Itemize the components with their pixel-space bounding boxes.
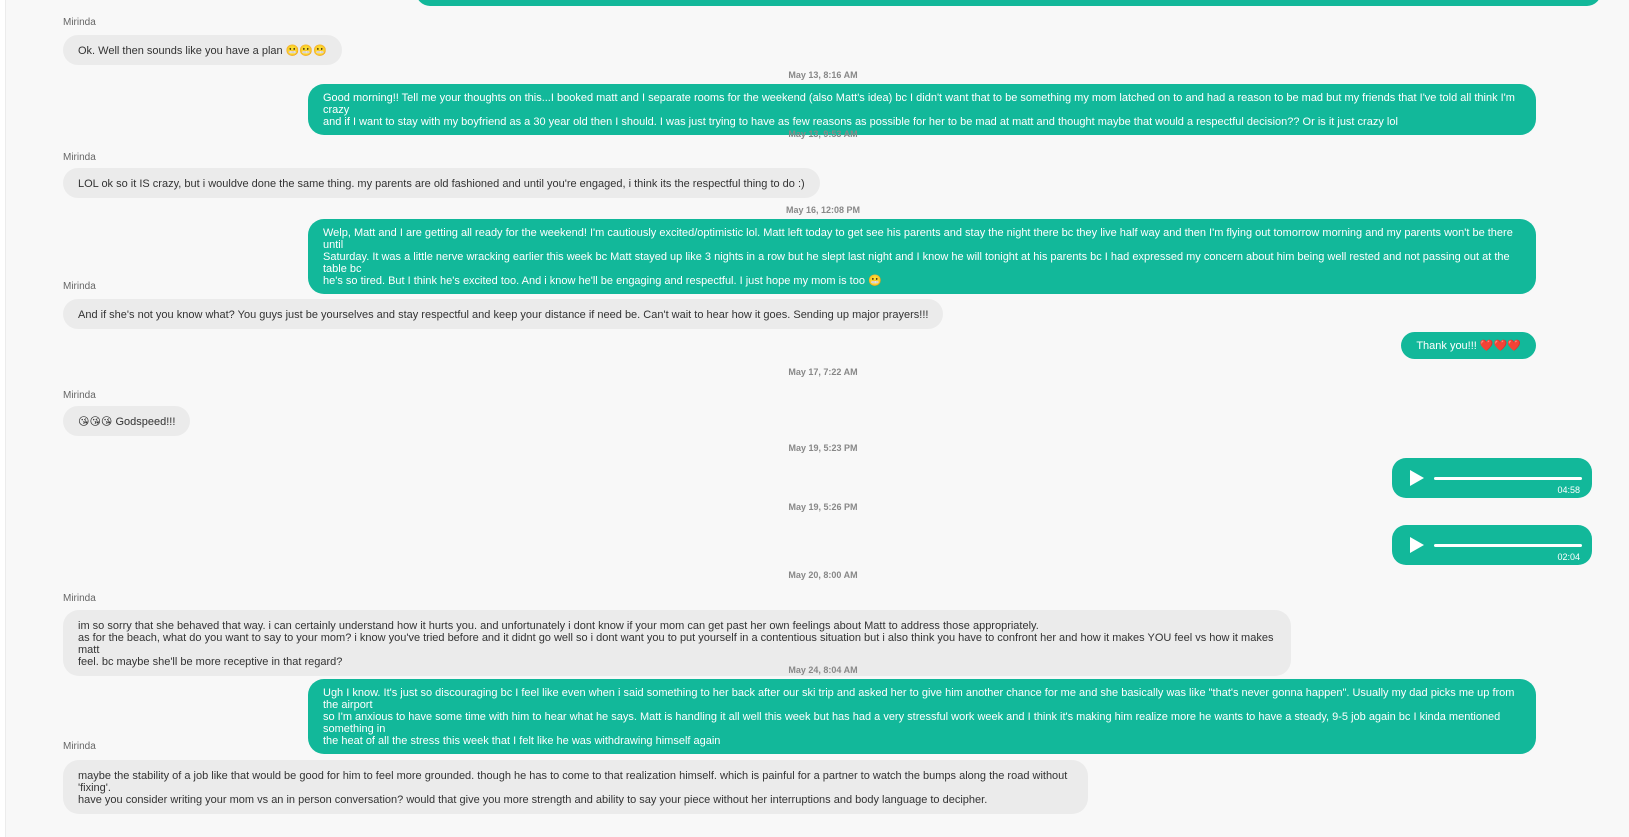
sender-name: Mirinda (63, 390, 96, 401)
audio-message[interactable]: 04:58 (1392, 458, 1592, 498)
sender-name: Mirinda (63, 152, 96, 163)
timestamp: May 20, 8:00 AM (788, 570, 858, 580)
timestamp: May 16, 12:08 PM (785, 205, 861, 215)
chat-thread[interactable]: Mirinda Ok. Well then sounds like you ha… (5, 0, 1629, 837)
audio-progress-track[interactable] (1434, 477, 1582, 480)
incoming-message[interactable]: maybe the stability of a job like that w… (63, 760, 1088, 814)
timestamp: May 19, 5:23 PM (788, 443, 858, 453)
outgoing-message[interactable]: Good morning!! Tell me your thoughts on … (308, 84, 1536, 135)
timestamp: May 13, 8:16 AM (788, 70, 858, 80)
audio-duration: 04:58 (1557, 485, 1580, 495)
timestamp: May 13, 9:53 AM (788, 129, 858, 139)
timestamp: May 17, 7:22 AM (788, 367, 858, 377)
play-icon[interactable] (1410, 470, 1424, 486)
outgoing-message[interactable]: Ugh I know. It's just so discouraging bc… (308, 679, 1536, 754)
partial-outgoing-message (416, 0, 1601, 6)
audio-message[interactable]: 02:04 (1392, 525, 1592, 565)
incoming-message[interactable]: And if she's not you know what? You guys… (63, 299, 944, 329)
audio-duration: 02:04 (1557, 552, 1580, 562)
incoming-message[interactable]: LOL ok so it IS crazy, but i wouldve don… (63, 168, 820, 198)
page: Mirinda Ok. Well then sounds like you ha… (0, 0, 1629, 837)
play-icon[interactable] (1410, 537, 1424, 553)
timestamp: May 19, 5:26 PM (788, 502, 858, 512)
incoming-message[interactable]: Ok. Well then sounds like you have a pla… (63, 35, 342, 65)
outgoing-message[interactable]: Thank you!!! ❤️❤️❤️ (1401, 332, 1536, 359)
outgoing-message[interactable]: Welp, Matt and I are getting all ready f… (308, 219, 1536, 294)
sender-name: Mirinda (63, 741, 96, 752)
timestamp: May 24, 8:04 AM (788, 665, 858, 675)
sender-name: Mirinda (63, 17, 96, 28)
incoming-message[interactable]: 😘😘😘 Godspeed!!! (63, 406, 191, 436)
sender-name: Mirinda (63, 281, 96, 292)
audio-progress-track[interactable] (1434, 544, 1582, 547)
sender-name: Mirinda (63, 593, 96, 604)
